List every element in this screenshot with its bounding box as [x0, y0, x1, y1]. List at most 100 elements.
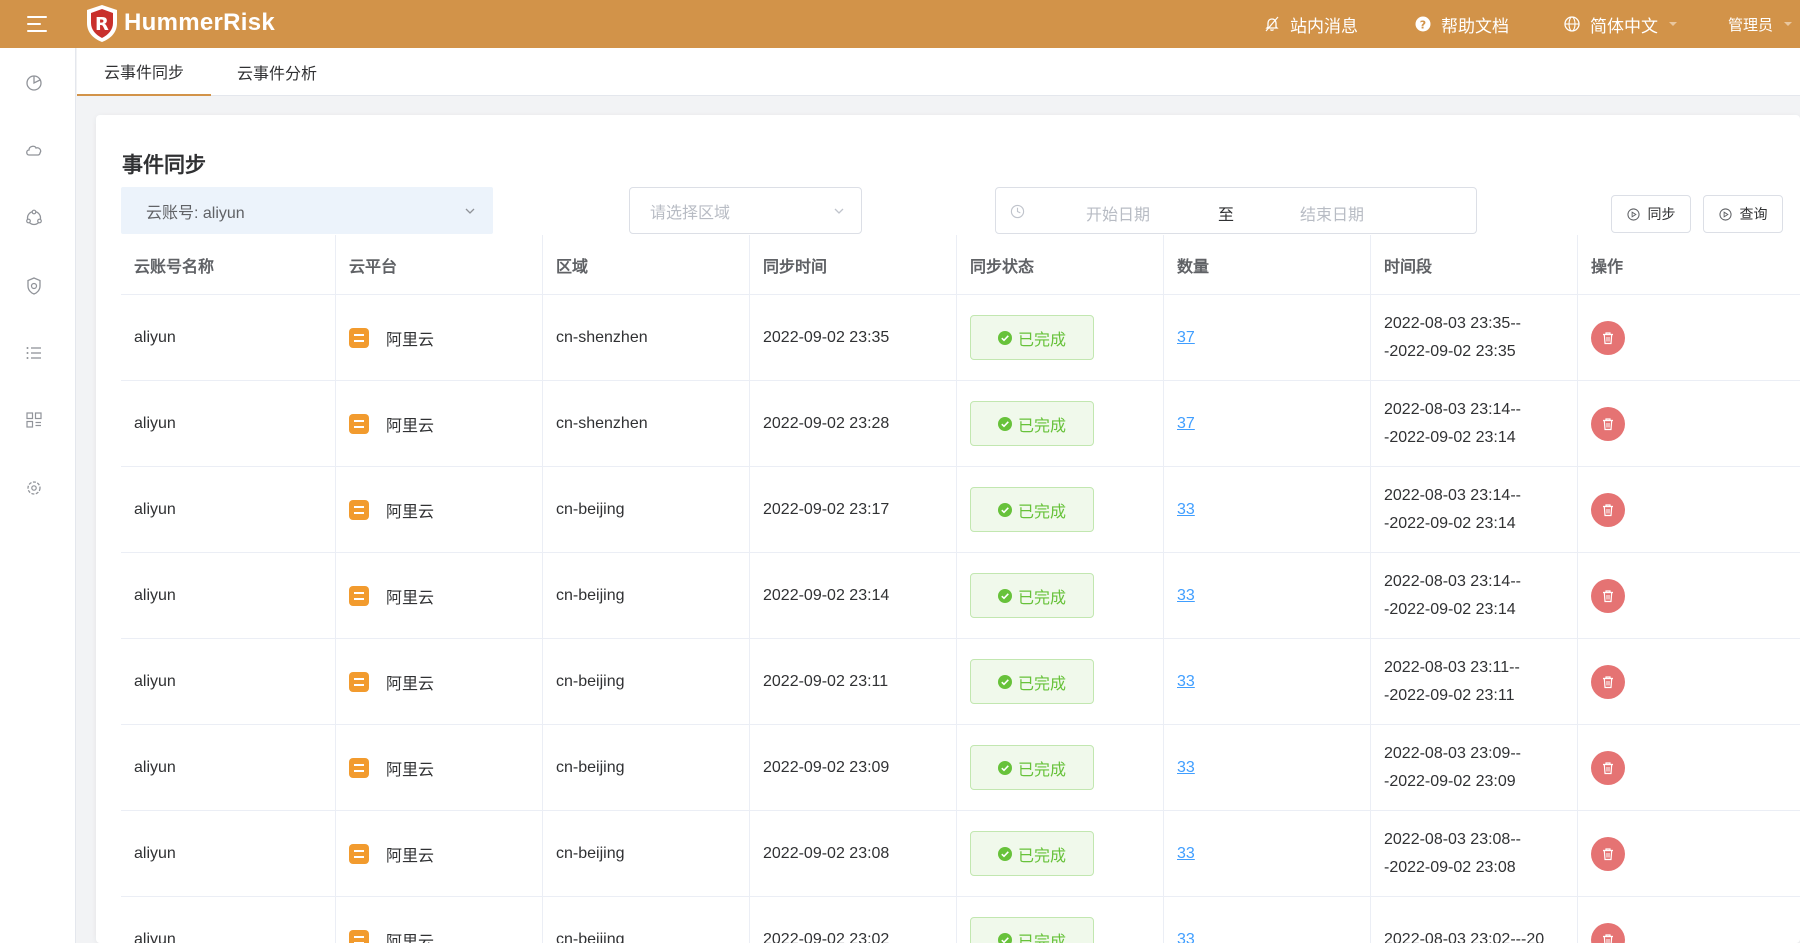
platform-name: 阿里云 — [386, 761, 435, 779]
clock-icon — [1010, 204, 1025, 219]
svg-text:R: R — [95, 14, 109, 35]
platform-name: 阿里云 — [386, 589, 435, 607]
tab-cloud-event-sync[interactable]: 云事件同步 — [77, 48, 211, 96]
sync-time: 2022-09-02 23:14 — [763, 586, 890, 604]
region-name: cn-beijing — [556, 844, 625, 862]
grid-icon[interactable] — [24, 410, 44, 430]
help-link[interactable]: ? 帮助文档 — [1415, 0, 1509, 48]
sync-time-cell: 2022-09-02 23:28 — [750, 381, 957, 466]
count-link[interactable]: 33 — [1177, 673, 1195, 691]
count-link[interactable]: 33 — [1177, 759, 1195, 777]
count-cell: 33 — [1164, 467, 1371, 552]
count-cell: 33 — [1164, 725, 1371, 810]
user-menu[interactable]: 管理员 — [1728, 0, 1793, 48]
region-name: cn-shenzhen — [556, 414, 648, 432]
platform-cell: 阿里云 — [336, 811, 543, 896]
sync-time-cell: 2022-09-02 23:14 — [750, 553, 957, 638]
header-actions: 操作 — [1591, 258, 1624, 276]
actions-cell — [1578, 381, 1800, 466]
sync-time: 2022-09-02 23:08 — [763, 844, 890, 862]
region-select[interactable]: 请选择区域 — [629, 187, 862, 234]
status-badge: 已完成 — [970, 573, 1094, 618]
check-circle-icon — [997, 932, 1012, 943]
trash-icon — [1603, 589, 1613, 602]
query-button[interactable]: 查询 — [1703, 195, 1783, 233]
date-range-picker[interactable]: 开始日期 至 结束日期 — [995, 187, 1477, 234]
count-link[interactable]: 37 — [1177, 415, 1195, 433]
delete-button[interactable] — [1591, 320, 1625, 355]
delete-button[interactable] — [1591, 406, 1625, 441]
status-text: 已完成 — [1017, 675, 1066, 693]
delete-button[interactable] — [1591, 578, 1625, 613]
table-body: aliyun 阿里云 cn-shenzhen 2022-09-02 23:35 … — [121, 295, 1800, 943]
region-cell: cn-shenzhen — [543, 295, 750, 380]
status-text: 已完成 — [1017, 933, 1066, 943]
delete-button[interactable] — [1591, 750, 1625, 785]
period-text: 2022-08-03 23:11---2022-09-02 23:11 — [1384, 658, 1520, 704]
check-circle-icon — [997, 416, 1012, 431]
resource-icon[interactable] — [24, 208, 44, 228]
user-label: 管理员 — [1728, 16, 1774, 34]
check-circle-icon — [997, 760, 1012, 775]
date-separator: 至 — [1218, 207, 1235, 224]
menu-toggle-icon[interactable] — [27, 15, 47, 33]
status-cell: 已完成 — [957, 295, 1164, 380]
language-select[interactable]: 简体中文 — [1564, 0, 1678, 48]
page-title: 事件同步 — [122, 154, 206, 177]
region-cell: cn-beijing — [543, 467, 750, 552]
delete-button[interactable] — [1591, 664, 1625, 699]
actions-cell — [1578, 639, 1800, 724]
delete-button[interactable] — [1591, 922, 1625, 943]
sync-time-cell: 2022-09-02 23:08 — [750, 811, 957, 896]
sync-time: 2022-09-02 23:35 — [763, 328, 890, 346]
actions-cell — [1578, 897, 1800, 943]
status-cell: 已完成 — [957, 381, 1164, 466]
count-link[interactable]: 33 — [1177, 845, 1195, 863]
count-link[interactable]: 33 — [1177, 587, 1195, 605]
sync-button[interactable]: 同步 — [1611, 195, 1691, 233]
delete-button[interactable] — [1591, 836, 1625, 871]
notifications-link[interactable]: 站内消息 — [1264, 0, 1358, 48]
aliyun-logo-icon — [349, 929, 369, 943]
globe-icon — [1564, 16, 1580, 32]
dashboard-icon[interactable] — [24, 73, 44, 93]
sync-time-cell: 2022-09-02 23:11 — [750, 639, 957, 724]
period-text: 2022-08-03 23:09---2022-09-02 23:09 — [1384, 744, 1521, 790]
date-start-input[interactable]: 开始日期 — [1086, 201, 1150, 225]
platform-name: 阿里云 — [386, 675, 435, 693]
platform-name: 阿里云 — [386, 933, 435, 943]
region-cell: cn-shenzhen — [543, 381, 750, 466]
delete-button[interactable] — [1591, 492, 1625, 527]
count-cell: 33 — [1164, 639, 1371, 724]
settings-icon[interactable] — [24, 478, 44, 498]
count-link[interactable]: 37 — [1177, 329, 1195, 347]
period-text: 2022-08-03 23:14---2022-09-02 23:14 — [1384, 572, 1521, 618]
logo-text: HummerRisk — [124, 9, 276, 36]
account-name: aliyun — [134, 414, 176, 432]
period-cell: 2022-08-03 23:09---2022-09-02 23:09 — [1371, 725, 1578, 810]
account-select[interactable]: 云账号: aliyun — [121, 187, 493, 234]
platform-name: 阿里云 — [386, 331, 435, 349]
event-sync-card: 事件同步 云账号: aliyun 请选择区域 开始日期 至 结束日期 同步 查询… — [96, 115, 1800, 943]
account-name: aliyun — [134, 586, 176, 604]
count-link[interactable]: 33 — [1177, 501, 1195, 519]
shield-icon[interactable] — [24, 276, 44, 296]
tab-cloud-event-analysis[interactable]: 云事件分析 — [211, 48, 343, 96]
top-bar: R HummerRisk 站内消息 ? 帮助文档 简体中文 管理员 — [0, 0, 1800, 48]
check-circle-icon — [997, 330, 1012, 345]
aliyun-logo-icon — [349, 757, 369, 778]
aliyun-logo-icon — [349, 671, 369, 692]
aliyun-logo-icon — [349, 585, 369, 606]
date-end-input[interactable]: 结束日期 — [1300, 201, 1364, 225]
sync-time: 2022-09-02 23:02 — [763, 930, 890, 943]
count-link[interactable]: 33 — [1177, 931, 1195, 943]
list-icon[interactable] — [24, 343, 44, 363]
header-account: 云账号名称 — [121, 235, 336, 294]
region-cell: cn-beijing — [543, 639, 750, 724]
header-platform: 云平台 — [336, 235, 543, 294]
status-badge: 已完成 — [970, 401, 1094, 446]
cloud-icon[interactable] — [24, 140, 44, 160]
region-name: cn-beijing — [556, 586, 625, 604]
trash-icon — [1603, 417, 1613, 430]
status-badge: 已完成 — [970, 745, 1094, 790]
